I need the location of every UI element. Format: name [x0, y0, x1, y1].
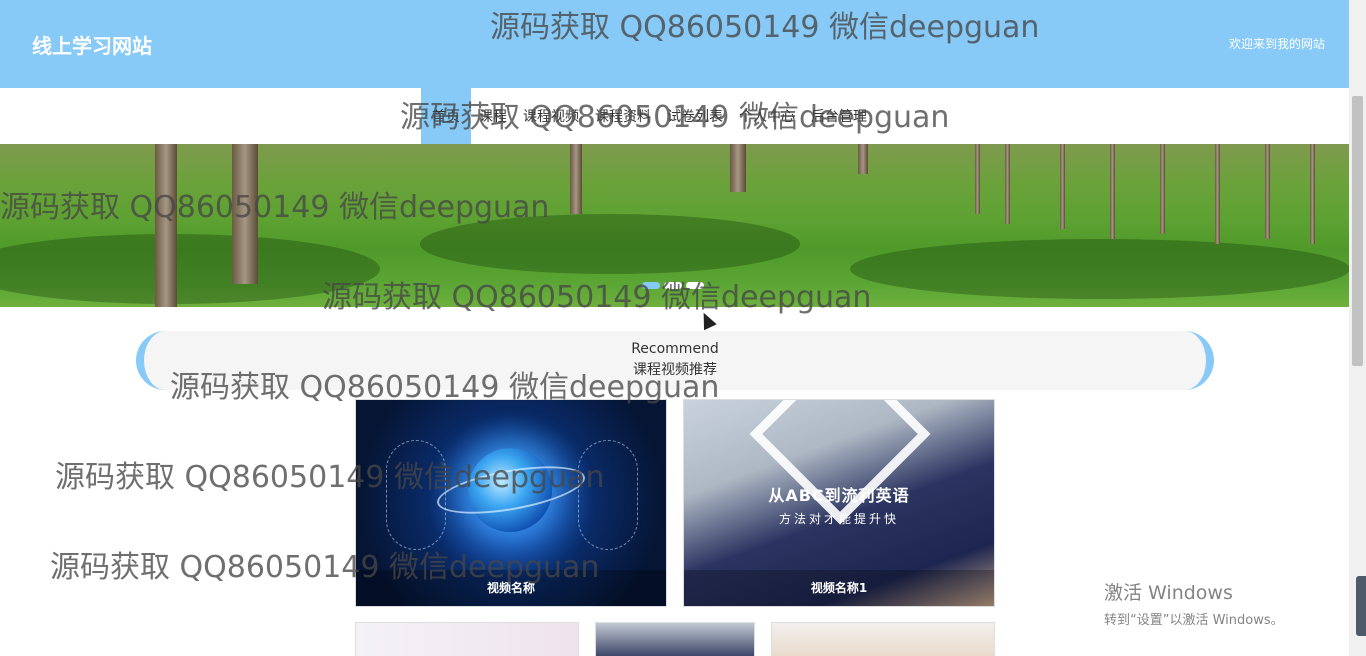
- grass-shadow: [0, 234, 380, 304]
- bamboo: [1310, 144, 1315, 244]
- bamboo: [975, 144, 980, 214]
- video-card[interactable]: 视频名称: [355, 399, 667, 607]
- bamboo: [1060, 144, 1065, 229]
- recommend-title-en: Recommend: [631, 341, 719, 357]
- grass-shadow: [850, 239, 1349, 299]
- wireframe-hand-image: [386, 440, 446, 550]
- activation-title: 激活 Windows: [1104, 582, 1233, 604]
- nav-item-exam-list[interactable]: 试卷列表: [659, 106, 731, 126]
- bamboo: [1215, 144, 1220, 244]
- bamboo: [1265, 144, 1270, 239]
- nav-item-admin[interactable]: 后台管理: [803, 106, 875, 126]
- video-card[interactable]: 从ABC到流利英语 方法对才能提升快 视频名称1: [683, 399, 995, 607]
- carousel-dot[interactable]: [686, 282, 704, 289]
- video-card[interactable]: [771, 622, 995, 656]
- video-card[interactable]: [355, 622, 579, 656]
- tree-trunk: [858, 144, 868, 174]
- video-card[interactable]: [595, 622, 755, 656]
- video-name: 视频名称1: [684, 570, 994, 606]
- nav-item-profile[interactable]: 个人中心: [731, 106, 803, 126]
- side-widget-tab[interactable]: [1356, 576, 1366, 636]
- activation-subtitle: 转到“设置”以激活 Windows。: [1104, 613, 1284, 628]
- wireframe-hand-image: [578, 440, 638, 550]
- carousel-indicators: [642, 282, 704, 289]
- nav-item-course-videos[interactable]: 课程视频: [515, 106, 587, 126]
- nav-items: 首页 课程 课程视频 课程资料 试卷列表 个人中心 后台管理: [421, 88, 875, 144]
- bamboo: [1005, 144, 1010, 224]
- scrollbar-thumb[interactable]: [1352, 96, 1363, 366]
- page-scrollbar[interactable]: [1349, 0, 1366, 656]
- nav-item-courses[interactable]: 课程: [471, 106, 515, 126]
- site-header: 线上学习网站 欢迎来到我的网站: [0, 0, 1349, 88]
- bamboo: [1110, 144, 1115, 239]
- video-name: 视频名称: [356, 570, 666, 606]
- windows-activation-notice: 激活 Windows 转到“设置”以激活 Windows。: [1104, 578, 1284, 628]
- video-image-title: 从ABC到流利英语: [768, 486, 910, 505]
- bamboo: [1160, 144, 1165, 234]
- video-image-subtitle: 方法对才能提升快: [778, 512, 899, 526]
- tree-trunk: [155, 144, 177, 307]
- recommend-section-title: Recommend 课程视频推荐: [136, 331, 1214, 390]
- tree-trunk: [730, 144, 746, 192]
- nav-item-home[interactable]: 首页: [421, 106, 471, 126]
- nav-item-course-materials[interactable]: 课程资料: [587, 106, 659, 126]
- carousel-dot[interactable]: [664, 282, 682, 289]
- recommend-title-cn: 课程视频推荐: [633, 362, 717, 378]
- banner-carousel[interactable]: [0, 144, 1349, 307]
- welcome-text: 欢迎来到我的网站: [1228, 37, 1325, 51]
- mouse-cursor-icon: [697, 309, 717, 331]
- main-nav: 首页 课程 课程视频 课程资料 试卷列表 个人中心 后台管理: [0, 88, 1349, 144]
- site-title[interactable]: 线上学习网站: [32, 30, 152, 59]
- grass-shadow: [420, 214, 800, 274]
- tree-trunk: [570, 144, 582, 214]
- tree-trunk: [232, 144, 258, 284]
- carousel-dot[interactable]: [642, 282, 660, 289]
